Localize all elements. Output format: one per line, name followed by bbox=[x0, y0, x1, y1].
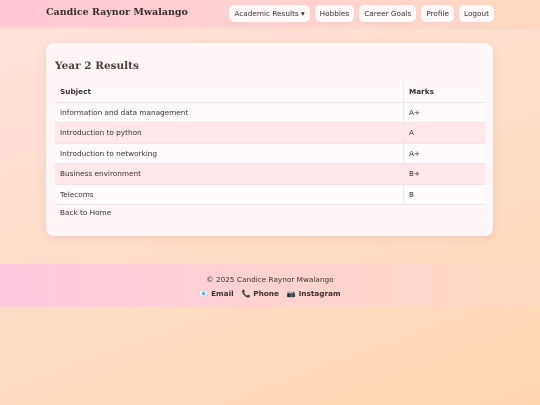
nav-menu: Academic Results ▾ Hobbies Career Goals … bbox=[229, 5, 494, 22]
results-card: Year 2 Results Subject Marks Information… bbox=[46, 43, 493, 236]
copyright-text: © 2025 Candice Raynor Mwalango bbox=[206, 275, 334, 284]
camera-icon: 📷 bbox=[286, 289, 297, 298]
subject-cell: Introduction to networking bbox=[55, 143, 404, 164]
table-row: Business environment B+ bbox=[55, 163, 485, 185]
subject-cell: Introduction to python bbox=[55, 122, 404, 144]
subject-cell: Telecoms bbox=[55, 184, 404, 205]
back-to-home-link[interactable]: Back to Home bbox=[60, 208, 111, 217]
social-links: 📧 Email 📞 Phone 📷 Instagram bbox=[0, 289, 540, 298]
nav-hobbies[interactable]: Hobbies bbox=[314, 5, 355, 22]
results-table: Subject Marks Information and data manag… bbox=[55, 82, 485, 205]
nav-logout[interactable]: Logout bbox=[459, 5, 494, 22]
mark-cell: A bbox=[403, 122, 485, 144]
nav-profile[interactable]: Profile bbox=[421, 5, 455, 22]
instagram-label: Instagram bbox=[298, 289, 341, 298]
email-icon: 📧 bbox=[199, 289, 209, 298]
phone-icon: 📞 bbox=[241, 289, 251, 298]
email-label: Email bbox=[211, 289, 234, 298]
phone-link[interactable]: 📞 Phone bbox=[242, 289, 279, 298]
email-link[interactable]: 📧 Email bbox=[199, 289, 233, 298]
table-row: Information and data management A+ bbox=[55, 102, 485, 123]
table-row: Introduction to python A bbox=[55, 122, 485, 144]
column-header-subject: Subject bbox=[55, 82, 404, 103]
table-header-row: Subject Marks bbox=[55, 82, 485, 103]
mark-cell: B+ bbox=[403, 163, 485, 185]
nav-academic-results-dropdown[interactable]: Academic Results ▾ bbox=[229, 5, 310, 22]
page-title: Year 2 Results bbox=[55, 60, 139, 72]
nav-career-goals[interactable]: Career Goals bbox=[359, 5, 417, 22]
mark-cell: A+ bbox=[403, 102, 485, 123]
footer: © 2025 Candice Raynor Mwalango 📧 Email 📞… bbox=[0, 264, 540, 307]
table-row: Telecoms B bbox=[55, 184, 485, 205]
mark-cell: A+ bbox=[403, 143, 485, 164]
subject-cell: Business environment bbox=[55, 163, 404, 185]
instagram-link[interactable]: 📷 Instagram bbox=[287, 289, 341, 298]
site-brand[interactable]: Candice Raynor Mwalango bbox=[46, 7, 188, 18]
subject-cell: Information and data management bbox=[55, 102, 404, 123]
phone-label: Phone bbox=[253, 289, 279, 298]
table-row: Introduction to networking A+ bbox=[55, 143, 485, 164]
mark-cell: B bbox=[403, 184, 485, 205]
column-header-marks: Marks bbox=[403, 82, 485, 103]
navbar: Candice Raynor Mwalango Academic Results… bbox=[0, 0, 540, 27]
